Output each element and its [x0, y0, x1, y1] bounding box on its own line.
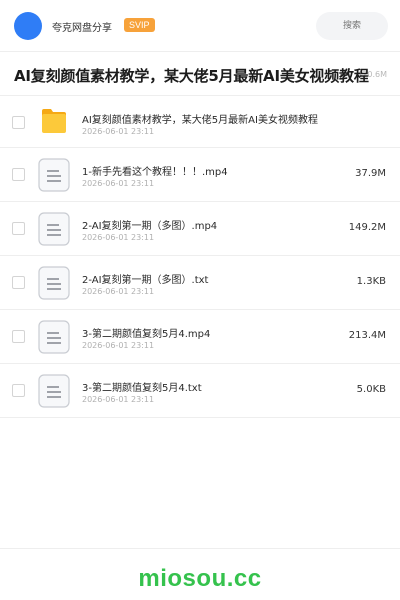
row-checkbox[interactable]: [12, 168, 25, 181]
row-checkbox[interactable]: [12, 330, 25, 343]
watermark-logo: miosou.cc: [138, 565, 262, 592]
file-size: 37.9M: [355, 168, 386, 179]
file-name: 3-第二期颜值复刻5月4.mp4: [82, 329, 211, 340]
file-date: 2026-06-01 23:11: [82, 287, 155, 296]
file-date: 2026-06-01 23:11: [82, 395, 155, 404]
document-icon: [38, 374, 70, 408]
row-checkbox[interactable]: [12, 116, 25, 129]
file-date: 2026-06-01 23:11: [82, 127, 155, 136]
file-list: AI复刻颜值素材教学，某大佬5月最新AI美女视频教程 2026-06-01 23…: [0, 96, 400, 418]
document-icon: [38, 320, 70, 354]
share-title: AI复刻颜值素材教学，某大佬5月最新AI美女视频教程: [14, 67, 369, 85]
file-name: 2-AI复刻第一期（多图）.mp4: [82, 221, 218, 232]
share-title-bar: 420.6M AI复刻颜值素材教学，某大佬5月最新AI美女视频教程: [0, 52, 400, 96]
file-date: 2026-06-01 23:11: [82, 233, 155, 242]
file-size: 5.0KB: [356, 384, 386, 395]
list-item[interactable]: 2-AI复刻第一期（多图）.txt 2026-06-01 23:11 1.3KB: [0, 256, 400, 310]
file-date: 2026-06-01 23:11: [82, 179, 155, 188]
file-size: 149.2M: [348, 222, 386, 233]
folder-icon: [42, 109, 66, 133]
row-checkbox[interactable]: [12, 384, 25, 397]
list-item[interactable]: AI复刻颜值素材教学，某大佬5月最新AI美女视频教程 2026-06-01 23…: [0, 96, 400, 148]
file-name: 2-AI复刻第一期（多图）.txt: [82, 275, 209, 286]
list-item[interactable]: 2-AI复刻第一期（多图）.mp4 2026-06-01 23:11 149.2…: [0, 202, 400, 256]
file-name: 3-第二期颜值复刻5月4.txt: [82, 383, 202, 394]
header: 夸克网盘分享 SVIP: [0, 0, 400, 52]
list-item[interactable]: 3-第二期颜值复刻5月4.txt 2026-06-01 23:11 5.0KB: [0, 364, 400, 418]
document-icon: [38, 266, 70, 300]
brand-name: 夸克网盘分享: [52, 23, 112, 34]
file-date: 2026-06-01 23:11: [82, 341, 155, 350]
file-size: 213.4M: [348, 330, 386, 341]
search-input[interactable]: [316, 12, 388, 40]
document-icon: [38, 212, 70, 246]
share-page: 夸克网盘分享 SVIP 420.6M AI复刻颜值素材教学，某大佬5月最新AI美…: [0, 0, 400, 600]
list-item[interactable]: 1-新手先看这个教程！！！.mp4 2026-06-01 23:11 37.9M: [0, 148, 400, 202]
row-checkbox[interactable]: [12, 276, 25, 289]
file-name: 1-新手先看这个教程！！！.mp4: [82, 167, 228, 178]
list-item[interactable]: 3-第二期颜值复刻5月4.mp4 2026-06-01 23:11 213.4M: [0, 310, 400, 364]
document-icon: [38, 158, 70, 192]
row-checkbox[interactable]: [12, 222, 25, 235]
file-size: 1.3KB: [356, 276, 386, 287]
svip-badge: SVIP: [124, 18, 155, 32]
footer: miosou.cc: [0, 548, 400, 600]
file-name: AI复刻颜值素材教学，某大佬5月最新AI美女视频教程: [82, 115, 318, 126]
avatar[interactable]: [14, 12, 42, 40]
